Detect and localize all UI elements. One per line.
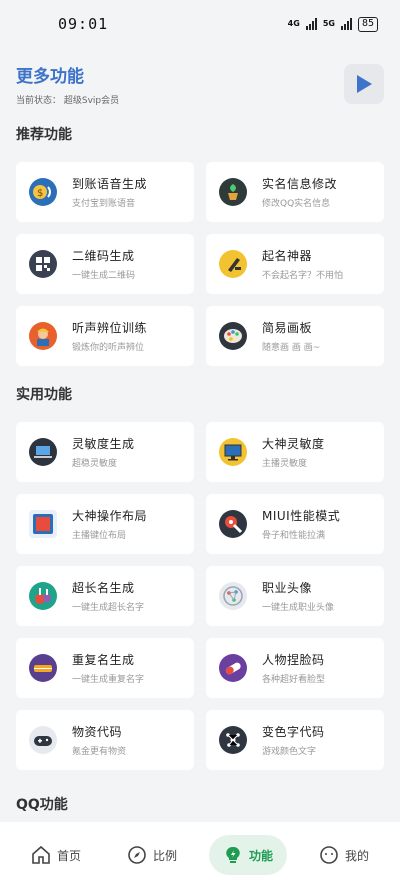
signal-icon xyxy=(305,18,317,30)
pen-icon xyxy=(219,250,247,278)
status-time: 09:01 xyxy=(58,15,109,33)
molecule-icon xyxy=(219,726,247,754)
pill-icon xyxy=(219,654,247,682)
card-long-name[interactable]: 超长名生成 一键生成超长名字 xyxy=(16,566,194,626)
nav-mine[interactable]: 我的 xyxy=(305,835,383,875)
card-miui-performance[interactable]: MIUI性能模式 骨子和性能拉满 xyxy=(206,494,384,554)
coin-voice-icon: $ xyxy=(29,178,57,206)
smile-icon xyxy=(320,846,338,864)
section-title-qq: QQ功能 xyxy=(16,797,68,813)
laptop-icon xyxy=(29,438,57,466)
battery-icon: 85 xyxy=(357,16,378,32)
home-icon xyxy=(32,845,50,864)
card-career-avatar[interactable]: 职业头像 一键生成职业头像 xyxy=(206,566,384,626)
card-pro-sensitivity[interactable]: 大神灵敏度 主播灵敏度 xyxy=(206,422,384,482)
practical-grid: 灵敏度生成 超稳灵敏度 大神灵敏度 主播灵敏度 大神操作布局 主播键位布局 MIUI性… xyxy=(0,422,400,770)
member-status: 当前状态： 超级Svip会员 xyxy=(16,96,120,106)
nav-ratio[interactable]: 比例 xyxy=(113,835,191,875)
card-voice-generator[interactable]: $ 到账语音生成 支付宝到账语音 xyxy=(16,162,194,222)
bottom-nav: 首页 比例 功能 我的 xyxy=(0,822,400,888)
tag-icon xyxy=(29,654,57,682)
palette-icon xyxy=(219,322,247,350)
svg-text:$: $ xyxy=(37,188,43,199)
card-realname-edit[interactable]: 实名信息修改 修改QQ实名信息 xyxy=(206,162,384,222)
card-name-generator[interactable]: 起名神器 不会起名字？不用怕 xyxy=(206,234,384,294)
play-icon xyxy=(357,75,372,93)
recommended-grid: $ 到账语音生成 支付宝到账语音 实名信息修改 修改QQ实名信息 二维码生成 一键生成… xyxy=(0,162,400,366)
card-pro-layout[interactable]: 大神操作布局 主播键位布局 xyxy=(16,494,194,554)
signal-icon xyxy=(340,18,352,30)
rocket-icon xyxy=(219,510,247,538)
card-sensitivity-generator[interactable]: 灵敏度生成 超稳灵敏度 xyxy=(16,422,194,482)
network-4g-label: 4G xyxy=(287,19,300,28)
nav-home[interactable]: 首页 xyxy=(17,835,95,875)
card-color-text[interactable]: 变色字代码 游戏颜色文字 xyxy=(206,710,384,770)
card-sound-training[interactable]: 听声辨位训练 锻炼你的听声辨位 xyxy=(16,306,194,366)
plant-pot-icon xyxy=(219,178,247,206)
tablet-icon xyxy=(29,510,57,538)
card-duplicate-name[interactable]: 重复名生成 一键生成重复名字 xyxy=(16,638,194,698)
status-bar: 09:01 4G 5G 85 xyxy=(0,0,400,48)
gamepad-icon xyxy=(29,726,57,754)
status-icons: 4G 5G 85 xyxy=(287,16,378,32)
section-title-practical: 实用功能 xyxy=(16,387,72,403)
card-qrcode[interactable]: 二维码生成 一键生成二维码 xyxy=(16,234,194,294)
network-icon xyxy=(219,582,247,610)
page-header: 更多功能 当前状态： 超级Svip会员 xyxy=(0,48,400,120)
network-5g-label: 5G xyxy=(322,19,335,28)
compass-icon xyxy=(128,846,146,864)
lightbulb-icon xyxy=(226,846,240,863)
monitor-icon xyxy=(219,438,247,466)
qr-code-icon xyxy=(29,250,57,278)
card-face-code[interactable]: 人物捏脸码 各种超好看脸型 xyxy=(206,638,384,698)
card-supply-code[interactable]: 物资代码 氪金更有物资 xyxy=(16,710,194,770)
worker-icon xyxy=(29,322,57,350)
play-button[interactable] xyxy=(344,64,384,104)
nav-functions[interactable]: 功能 xyxy=(208,835,287,875)
section-title-recommended: 推荐功能 xyxy=(16,127,72,143)
card-drawing-board[interactable]: 简易画板 随意画 画 画~ xyxy=(206,306,384,366)
page-title: 更多功能 xyxy=(16,67,84,87)
flask-icon xyxy=(29,582,57,610)
